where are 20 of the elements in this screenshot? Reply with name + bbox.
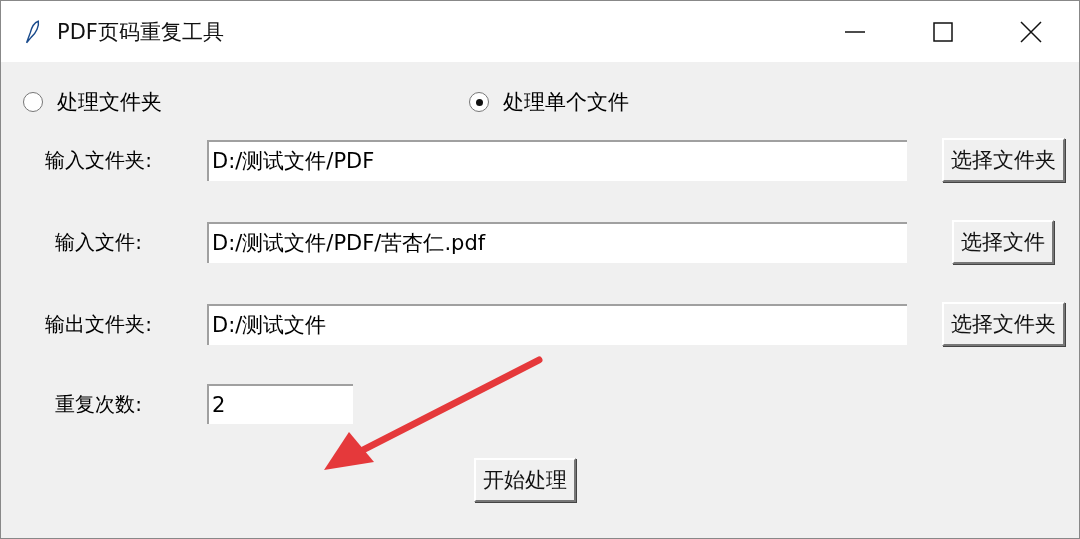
- input-field[interactable]: D:/测试文件: [207, 303, 907, 345]
- radio-option[interactable]: 处理文件夹: [23, 84, 469, 120]
- field-label: 重复次数:: [54, 390, 143, 418]
- browse-button[interactable]: 选择文件夹: [941, 302, 1065, 346]
- window-title: PDF页码重复工具: [57, 18, 224, 46]
- browse-button[interactable]: 选择文件: [952, 220, 1054, 264]
- input-field[interactable]: D:/测试文件/PDF: [207, 139, 907, 181]
- input-field[interactable]: 2: [207, 384, 353, 424]
- feather-icon: [23, 19, 41, 44]
- field-label: 输出文件夹:: [44, 310, 153, 338]
- radio-option[interactable]: 处理单个文件: [469, 84, 915, 120]
- close-icon[interactable]: [1020, 20, 1042, 43]
- field-label: 输入文件夹:: [44, 146, 153, 174]
- radio-button[interactable]: [469, 92, 489, 112]
- input-field[interactable]: D:/测试文件/PDF/苦杏仁.pdf: [207, 221, 907, 263]
- start-button[interactable]: 开始处理: [474, 458, 576, 502]
- field-label: 输入文件:: [54, 228, 143, 256]
- browse-button[interactable]: 选择文件夹: [941, 138, 1065, 182]
- maximize-icon[interactable]: [932, 20, 954, 43]
- radio-button[interactable]: [23, 92, 43, 112]
